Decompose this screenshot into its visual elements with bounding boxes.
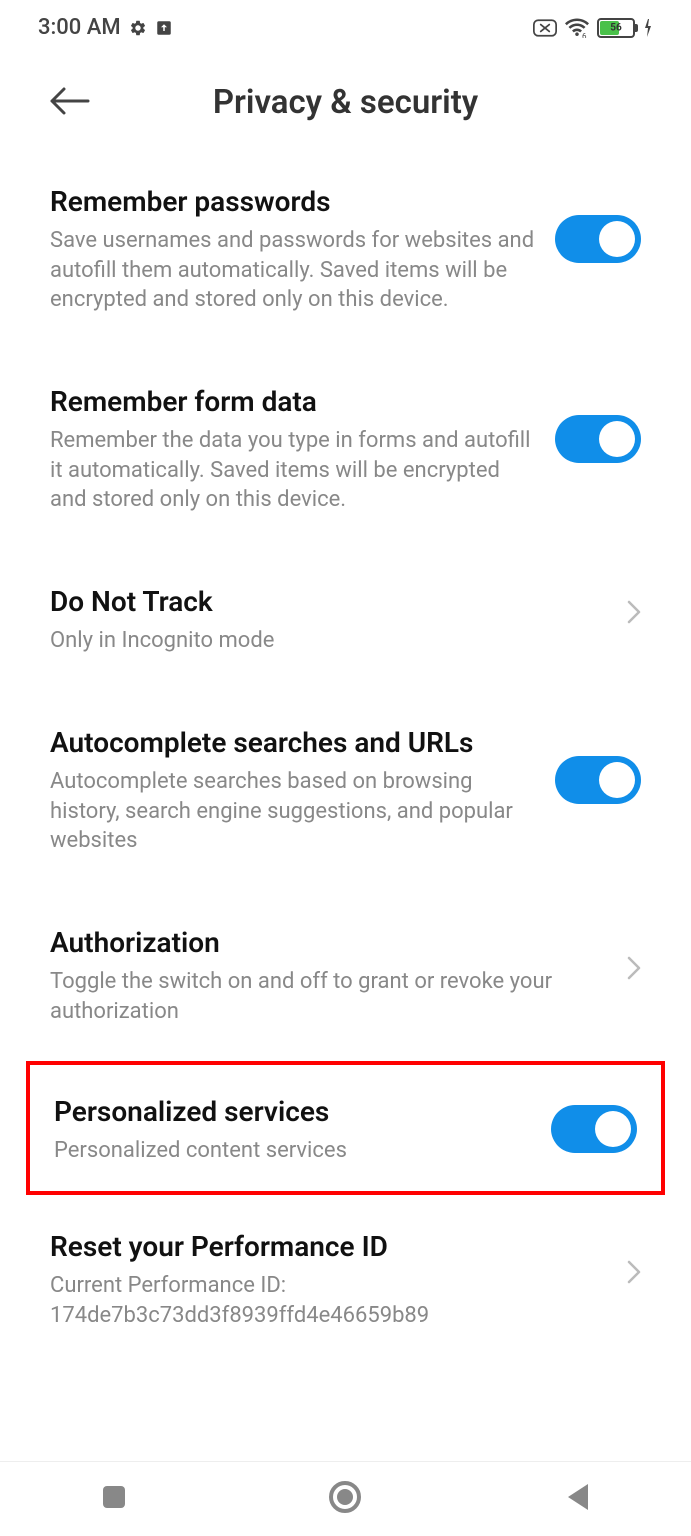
setting-desc: Personalized content services xyxy=(54,1136,531,1166)
setting-reset-performance-id[interactable]: Reset your Performance ID Current Perfor… xyxy=(50,1195,641,1365)
setting-remember-form-data[interactable]: Remember form data Remember the data you… xyxy=(50,350,641,550)
chevron-right-icon xyxy=(627,956,641,984)
chevron-right-icon xyxy=(627,1260,641,1288)
setting-desc: Toggle the switch on and off to grant or… xyxy=(50,967,607,1026)
setting-title: Do Not Track xyxy=(50,585,607,618)
setting-do-not-track[interactable]: Do Not Track Only in Incognito mode xyxy=(50,550,641,691)
status-left: 3:00 AM xyxy=(38,15,173,40)
toggle-remember-passwords[interactable] xyxy=(555,215,641,263)
square-icon xyxy=(101,1484,127,1510)
settings-list: Remember passwords Save usernames and pa… xyxy=(0,150,691,1365)
charging-icon xyxy=(643,19,653,37)
setting-desc: Save usernames and passwords for website… xyxy=(50,226,535,315)
toggle-autocomplete[interactable] xyxy=(555,756,641,804)
status-time: 3:00 AM xyxy=(38,15,121,40)
navigation-bar xyxy=(0,1461,691,1536)
setting-title: Remember form data xyxy=(50,385,535,418)
header: Privacy & security xyxy=(0,55,691,150)
setting-title: Reset your Performance ID xyxy=(50,1230,607,1263)
svg-text:6: 6 xyxy=(582,32,587,38)
setting-desc: Remember the data you type in forms and … xyxy=(50,426,535,515)
battery-icon: 56 xyxy=(597,18,635,38)
mute-icon xyxy=(533,19,557,37)
setting-authorization[interactable]: Authorization Toggle the switch on and o… xyxy=(50,891,641,1061)
chevron-right-icon xyxy=(627,600,641,628)
toggle-remember-form-data[interactable] xyxy=(555,415,641,463)
arrow-left-icon xyxy=(48,86,90,116)
circle-icon xyxy=(328,1480,362,1514)
setting-title: Remember passwords xyxy=(50,185,535,218)
recent-apps-button[interactable] xyxy=(101,1484,127,1514)
highlighted-box: Personalized services Personalized conte… xyxy=(26,1061,665,1195)
back-button[interactable] xyxy=(48,86,90,120)
settings-icon xyxy=(129,19,147,37)
upload-icon xyxy=(155,19,173,37)
setting-desc: Autocomplete searches based on browsing … xyxy=(50,767,535,856)
wifi-icon: 6 xyxy=(565,18,589,38)
setting-desc: Current Performance ID: 174de7b3c73dd3f8… xyxy=(50,1271,607,1330)
status-right: 6 56 xyxy=(533,18,653,38)
setting-desc: Only in Incognito mode xyxy=(50,626,607,656)
status-bar: 3:00 AM 6 56 xyxy=(0,0,691,55)
setting-autocomplete[interactable]: Autocomplete searches and URLs Autocompl… xyxy=(50,691,641,891)
back-nav-button[interactable] xyxy=(564,1482,590,1516)
home-button[interactable] xyxy=(328,1480,362,1518)
setting-title: Personalized services xyxy=(54,1095,531,1128)
setting-title: Autocomplete searches and URLs xyxy=(50,726,535,759)
setting-personalized-services[interactable]: Personalized services Personalized conte… xyxy=(54,1095,637,1166)
triangle-left-icon xyxy=(564,1482,590,1512)
setting-remember-passwords[interactable]: Remember passwords Save usernames and pa… xyxy=(50,150,641,350)
setting-title: Authorization xyxy=(50,926,607,959)
toggle-personalized-services[interactable] xyxy=(551,1105,637,1153)
page-title: Privacy & security xyxy=(50,83,641,122)
